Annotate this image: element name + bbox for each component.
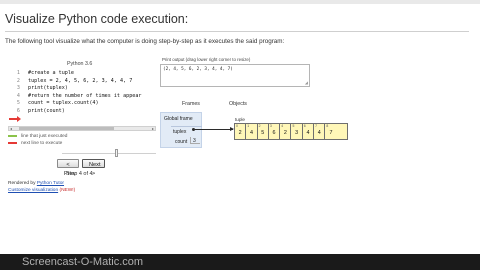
line-number: 2 (16, 77, 20, 84)
cell-value: 3 (295, 130, 299, 136)
code-line: 3 print(tuplex) (6, 85, 157, 93)
cell-index: 4 (281, 124, 284, 128)
tuple-cell: 42 (280, 124, 292, 139)
tuple-cell: 74 (314, 124, 326, 139)
resize-grip-icon[interactable]: ◢ (305, 80, 308, 85)
line-number: 6 (16, 108, 20, 114)
cell-value: 4 (317, 130, 321, 136)
objects-heading: Objects (229, 101, 247, 107)
cell-index: 3 (269, 124, 272, 128)
tuple-cell: 53 (292, 124, 303, 139)
code-line: 6 print(count) (6, 108, 157, 116)
cell-value: 5 (261, 130, 265, 136)
top-border (0, 0, 480, 4)
line-number: 1 (16, 70, 20, 76)
new-badge: (NEW!) (59, 188, 76, 193)
scroll-left-icon[interactable]: ◂ (10, 126, 12, 131)
code-text: #create a tuple (28, 70, 75, 76)
green-arrow-icon (8, 134, 17, 137)
code-text: count = tuplex.count(4) (28, 100, 99, 107)
page-title: Visualize Python code execution: (5, 12, 189, 26)
code-text: tuplex = 2, 4, 5, 6, 2, 3, 4, 4, 7 (28, 77, 133, 84)
cell-value: 2 (283, 130, 287, 136)
frame-divider (171, 126, 202, 127)
code-line: 1 #create a tuple (6, 70, 157, 78)
code-text: print(count) (28, 108, 65, 114)
rendered-by-prefix: Rendered by (8, 181, 36, 186)
cell-value: 4 (249, 130, 253, 136)
tuple-cell: 87 (325, 124, 336, 139)
customize-visualization-link[interactable]: Customize visualization (8, 188, 58, 193)
code-line: 2 tuplex = 2, 4, 5, 6, 2, 3, 4, 4, 7 (6, 78, 157, 86)
reference-arrow (195, 129, 233, 130)
next-line-arrow-icon (9, 116, 21, 122)
code-horizontal-scrollbar[interactable]: ◂ ▸ (8, 126, 156, 131)
print-output-label: Print output (drag lower right corner to… (162, 57, 251, 62)
prev-button[interactable]: < Prev (57, 159, 79, 177)
cell-value: 6 (272, 130, 276, 136)
cell-value: 4 (306, 130, 310, 136)
line-number: 4 (16, 92, 20, 99)
legend-next: next line to execute (8, 141, 62, 146)
print-output-box[interactable]: (2, 4, 5, 6, 2, 3, 4, 4, 7) ◢ (160, 64, 310, 87)
step-slider-track[interactable] (62, 153, 156, 154)
tuple-cell: 36 (269, 124, 281, 139)
legend-next-text: next line to execute (21, 141, 63, 146)
screencast-watermark: Screencast-O-Matic.com (22, 256, 144, 268)
cell-value: 7 (329, 130, 333, 136)
variable-tuplex: tuplex (173, 129, 187, 135)
legend-executed-text: line that just executed (21, 134, 68, 139)
cell-value: 2 (238, 130, 242, 136)
step-counter: Step 4 of 4 (66, 171, 93, 177)
intro-text: The following tool visualize what the co… (5, 38, 285, 45)
scrollbar-thumb[interactable] (19, 127, 114, 130)
variable-count: count (175, 139, 188, 145)
tuple-object: 02 14 25 36 42 53 64 74 87 (234, 123, 348, 140)
customize-row: Customize visualization (NEW!) (8, 188, 75, 193)
step-slider-handle[interactable] (115, 149, 118, 157)
code-text: print(tuplex) (28, 85, 68, 92)
line-number: 5 (16, 100, 20, 107)
print-output-text: (2, 4, 5, 6, 2, 3, 4, 4, 7) (163, 67, 233, 72)
frame-title: Global frame (164, 116, 193, 122)
frames-heading: Frames (182, 101, 200, 107)
tuple-cell: 14 (246, 124, 258, 139)
cell-index: 6 (303, 124, 306, 128)
cell-index: 1 (247, 124, 250, 128)
code-panel: 1 #create a tuple 2 tuplex = 2, 4, 5, 6,… (6, 70, 157, 124)
python-version-label: Python 3.6 (67, 61, 93, 67)
cell-index: 8 (326, 124, 329, 128)
line-number: 3 (16, 85, 20, 92)
legend-executed: line that just executed (8, 134, 67, 139)
code-line: 4 #return the number of times it appear (6, 93, 157, 101)
cell-index: 2 (258, 124, 261, 128)
scroll-right-icon[interactable]: ▸ (152, 126, 154, 131)
cell-index: 0 (236, 124, 238, 128)
cell-index: 7 (315, 124, 317, 128)
red-arrow-icon (8, 141, 17, 144)
title-divider (5, 31, 469, 32)
code-text: #return the number of times it appear (28, 92, 142, 99)
rendered-by: Rendered by Python Tutor (8, 181, 64, 186)
tuple-cell: 02 (235, 124, 247, 139)
heap-object-type: tuple (235, 117, 245, 122)
tuple-cell: 64 (303, 124, 315, 139)
python-tutor-link[interactable]: Python Tutor (37, 181, 64, 186)
code-line: 5 count = tuplex.count(4) (6, 100, 157, 108)
next-button[interactable]: Next > (82, 159, 105, 177)
tuple-cell: 25 (258, 124, 269, 139)
count-value: 3 (193, 138, 196, 144)
cell-index: 5 (292, 124, 295, 128)
